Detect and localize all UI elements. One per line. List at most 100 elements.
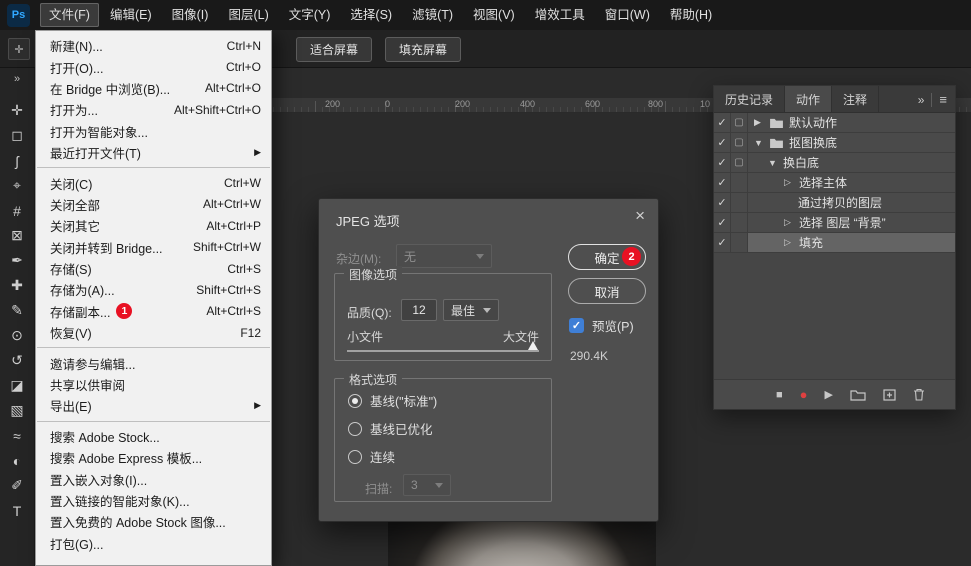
file-menu-item[interactable]: 打开为智能对象... (36, 121, 271, 142)
expand-arrow-icon[interactable]: ▷ (784, 177, 794, 188)
close-icon[interactable]: × (635, 206, 645, 226)
menu-bar-item[interactable]: 文字(Y) (280, 3, 340, 27)
menu-bar-item[interactable]: 文件(F) (40, 3, 99, 27)
action-row[interactable]: ✓ ▢ ▼ 换白底 (714, 153, 955, 173)
tool-button[interactable]: ✚ (4, 273, 31, 298)
dialog-toggle[interactable] (731, 173, 748, 192)
file-menu-item[interactable]: 存储副本... 1 Alt+Ctrl+S (36, 301, 271, 322)
matte-select[interactable]: 无 (396, 244, 492, 268)
file-menu-item[interactable]: 关闭全部 Alt+Ctrl+W (36, 194, 271, 215)
include-checkmark[interactable]: ✓ (714, 153, 731, 172)
file-menu-item[interactable]: 关闭(C) Ctrl+W (36, 172, 271, 193)
file-menu-item[interactable]: 导出(E) ▶ (36, 395, 271, 416)
action-row[interactable]: ✓ 通过拷贝的图层 (714, 193, 955, 213)
tool-button[interactable]: ✛ (4, 98, 31, 123)
delete-button[interactable] (913, 388, 925, 401)
menu-bar-item[interactable]: 视图(V) (464, 3, 524, 27)
tool-button[interactable]: ≈ (4, 423, 31, 448)
play-button[interactable]: ▶ (825, 388, 833, 401)
include-checkmark[interactable]: ✓ (714, 113, 731, 132)
dialog-toggle[interactable] (731, 213, 748, 232)
file-menu-item[interactable]: 打包(G)... (36, 533, 271, 554)
file-menu-item[interactable]: 在 Bridge 中浏览(B)... Alt+Ctrl+O (36, 78, 271, 99)
file-menu-item[interactable]: 打开为... Alt+Shift+Ctrl+O (36, 99, 271, 120)
tool-button[interactable]: ✎ (4, 298, 31, 323)
menu-bar-item[interactable]: 编辑(E) (101, 3, 161, 27)
collapse-panel-icon[interactable]: » (918, 93, 925, 107)
stop-button[interactable]: ■ (776, 389, 783, 401)
tool-button[interactable]: ▧ (4, 398, 31, 423)
collapse-toolbar-icon[interactable]: » (14, 73, 20, 85)
quality-preset-select[interactable]: 最佳 (443, 299, 499, 321)
menu-bar-item[interactable]: 图像(I) (163, 3, 218, 27)
record-button[interactable]: ● (800, 387, 808, 402)
file-menu-item[interactable] (37, 167, 270, 169)
file-menu-item[interactable]: 邀请参与编辑... (36, 352, 271, 373)
radio-option[interactable]: 基线已优化 (348, 421, 433, 437)
menu-bar-item[interactable]: 窗口(W) (596, 3, 659, 27)
file-menu-item[interactable]: 关闭并转到 Bridge... Shift+Ctrl+W (36, 237, 271, 258)
fill-screen-button[interactable]: 填充屏幕 (385, 37, 462, 62)
action-row[interactable]: ✓ ▢ ▼ 抠图换底 (714, 133, 955, 153)
dialog-toggle[interactable]: ▢ (731, 153, 748, 172)
file-menu-item[interactable]: 搜索 Adobe Express 模板... (36, 447, 271, 468)
file-menu-item[interactable]: 置入免费的 Adobe Stock 图像... (36, 511, 271, 532)
tool-button[interactable]: ✐ (4, 473, 31, 498)
file-menu-item[interactable]: 共享以供审阅 (36, 374, 271, 395)
file-menu-item[interactable]: 搜索 Adobe Stock... (36, 426, 271, 447)
include-checkmark[interactable]: ✓ (714, 133, 731, 152)
quality-input[interactable]: 12 (401, 299, 437, 321)
tool-button[interactable]: ⊠ (4, 223, 31, 248)
cancel-button[interactable]: 取消 (568, 278, 646, 304)
panel-tab[interactable]: 注释 (832, 86, 880, 112)
include-checkmark[interactable]: ✓ (714, 213, 731, 232)
include-checkmark[interactable]: ✓ (714, 173, 731, 192)
tool-button[interactable]: ◪ (4, 373, 31, 398)
file-menu-item[interactable] (37, 420, 270, 422)
fit-screen-button[interactable]: 适合屏幕 (296, 37, 373, 62)
file-menu-item[interactable]: 存储为(A)... Shift+Ctrl+S (36, 279, 271, 300)
expand-arrow-icon[interactable]: ▷ (784, 237, 794, 248)
file-menu-item[interactable] (37, 347, 270, 349)
menu-bar-item[interactable]: 帮助(H) (661, 3, 721, 27)
file-menu-item[interactable]: 置入嵌入对象(I)... (36, 468, 271, 489)
file-menu-item[interactable]: 新建(N)... Ctrl+N (36, 35, 271, 56)
file-menu-item[interactable]: 存储(S) Ctrl+S (36, 258, 271, 279)
action-row[interactable]: ✓ ▷ 选择主体 (714, 173, 955, 193)
action-row[interactable]: ✓ ▢ ▶ 默认动作 (714, 113, 955, 133)
include-checkmark[interactable]: ✓ (714, 193, 731, 212)
tool-button[interactable]: ⊙ (4, 323, 31, 348)
tool-button[interactable]: ʃ (4, 148, 31, 173)
tool-button[interactable]: ✒ (4, 248, 31, 273)
action-row[interactable]: ✓ ▷ 选择 图层 “背景” (714, 213, 955, 233)
tool-preset-icon[interactable]: ✛ (8, 38, 30, 60)
tool-button[interactable]: # (4, 198, 31, 223)
expand-arrow-icon[interactable]: ▶ (754, 117, 764, 128)
dialog-toggle[interactable] (731, 193, 748, 212)
new-action-button[interactable] (883, 388, 896, 401)
tool-button[interactable]: ⌖ (4, 173, 31, 198)
panel-menu-icon[interactable]: ≡ (939, 92, 947, 107)
menu-bar-item[interactable]: 滤镜(T) (403, 3, 462, 27)
tool-button[interactable]: ↺ (4, 348, 31, 373)
tool-button[interactable]: ◐ (4, 448, 31, 473)
file-menu-item[interactable]: 关闭其它 Alt+Ctrl+P (36, 215, 271, 236)
dialog-toggle[interactable]: ▢ (731, 113, 748, 132)
tool-button[interactable]: T (4, 498, 31, 523)
menu-bar-item[interactable]: 图层(L) (219, 3, 277, 27)
expand-arrow-icon[interactable]: ▼ (754, 138, 764, 148)
scans-select[interactable]: 3 (403, 474, 451, 496)
radio-button[interactable] (348, 393, 362, 408)
tool-button[interactable]: ◻ (4, 123, 31, 148)
dialog-toggle[interactable]: ▢ (731, 133, 748, 152)
radio-option[interactable]: 基线("标准") (348, 393, 437, 409)
file-menu-item[interactable]: 置入链接的智能对象(K)... (36, 490, 271, 511)
menu-bar-item[interactable]: 选择(S) (341, 3, 401, 27)
file-menu-item[interactable]: 最近打开文件(T) ▶ (36, 142, 271, 163)
dialog-toggle[interactable] (731, 233, 748, 252)
quality-slider-track[interactable] (347, 350, 539, 352)
radio-option[interactable]: 连续 (348, 449, 395, 465)
file-menu-item[interactable]: 打开(O)... Ctrl+O (36, 56, 271, 77)
include-checkmark[interactable]: ✓ (714, 233, 731, 252)
quality-slider-handle[interactable] (528, 341, 538, 350)
